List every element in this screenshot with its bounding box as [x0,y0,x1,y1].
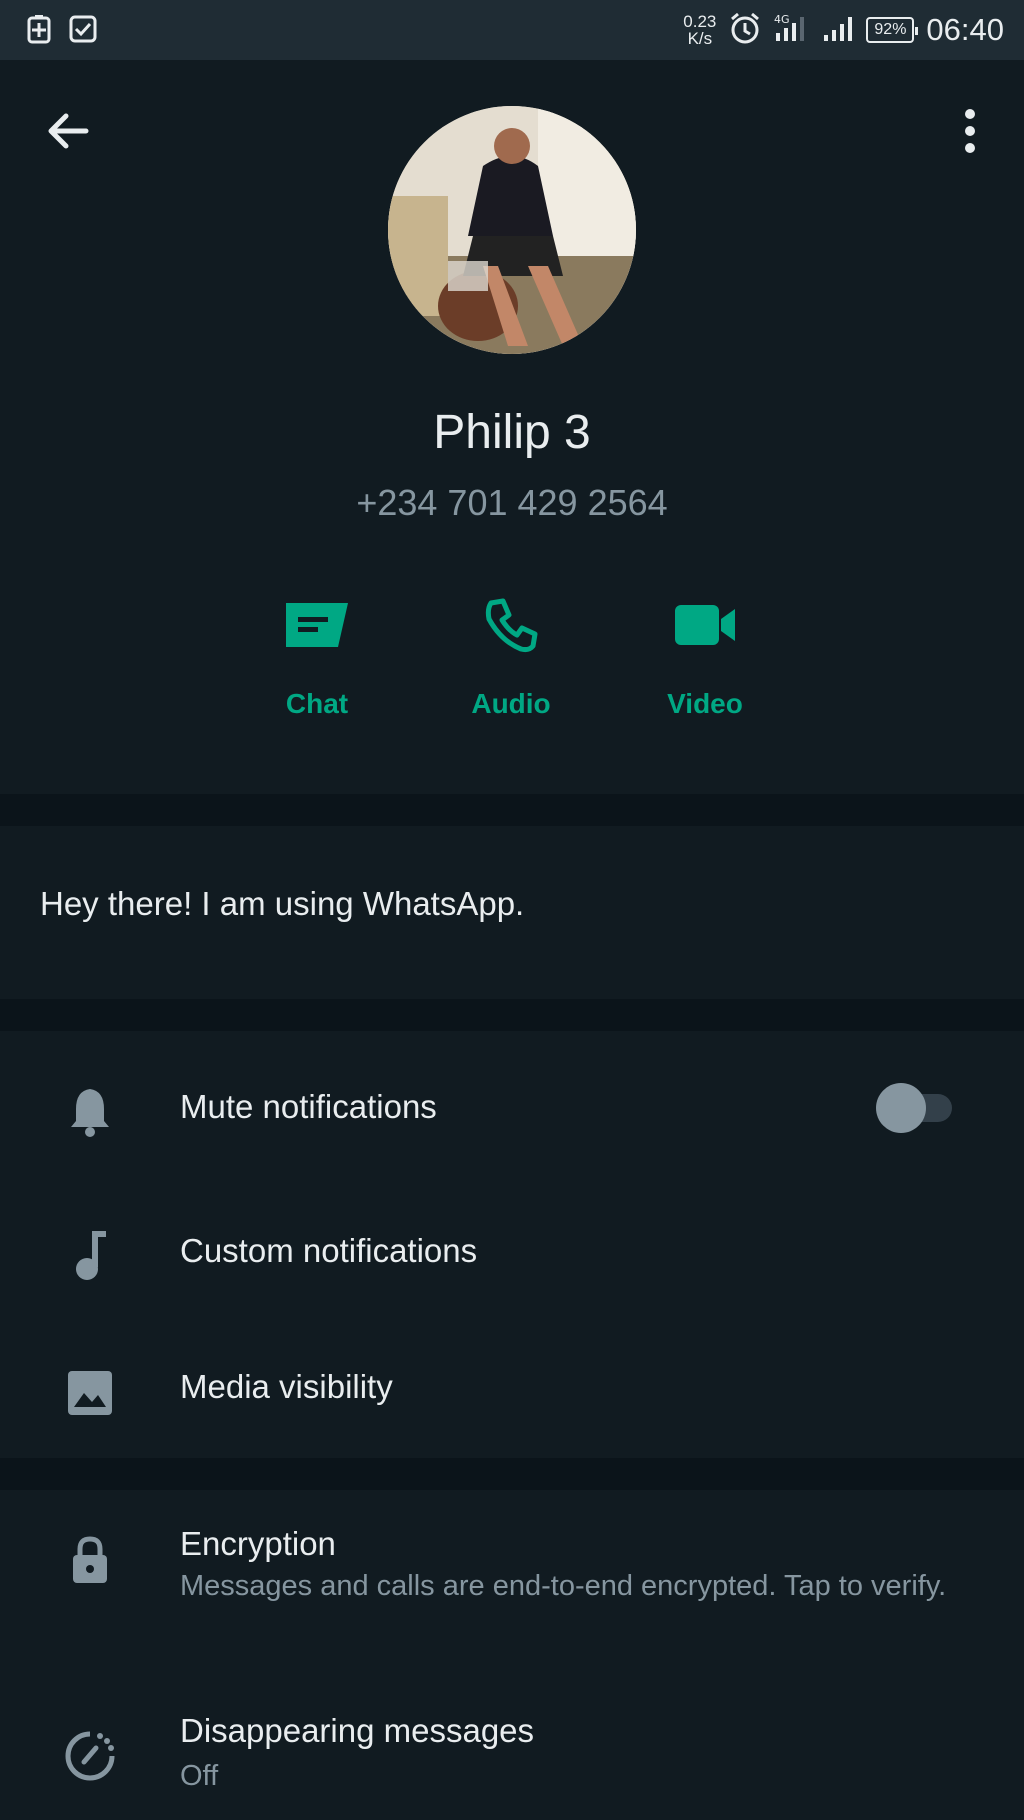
status-bar: 0.23 K/s 4G 92% 06:40 [0,0,1024,60]
timer-icon [65,1731,115,1781]
encryption-subtitle: Messages and calls are end-to-end encryp… [180,1570,947,1602]
network-speed-unit: K/s [687,29,713,48]
mute-notifications-toggle[interactable] [876,1082,956,1133]
chat-label: Chat [285,688,349,719]
task-check-icon [68,14,97,44]
network-speed: 0.23 K/s [683,13,716,47]
custom-notifications-label: Custom notifications [180,1232,478,1269]
audio-call-button[interactable]: Audio [431,590,591,740]
svg-text:4G: 4G [774,13,790,26]
signal-icon [822,13,854,48]
section-divider [0,794,1024,826]
video-label: Video [667,688,743,719]
custom-notifications-row[interactable]: Custom notifications [0,1200,1024,1290]
about-text: Hey there! I am using WhatsApp. [40,885,525,922]
disappearing-messages-title: Disappearing messages [180,1712,535,1749]
mute-notifications-label: Mute notifications [180,1088,437,1125]
section-divider [0,1458,1024,1490]
profile-photo [388,106,636,354]
battery-charging-icon [26,14,52,44]
contact-actions: Chat Audio Video [0,590,1024,740]
more-vertical-icon [965,109,975,153]
contact-name: Philip 3 [433,406,591,459]
more-options-button[interactable] [950,104,990,158]
alarm-icon [728,11,762,50]
video-icon [675,605,735,645]
back-button[interactable] [42,104,96,158]
disappearing-messages-value: Off [180,1760,219,1792]
profile-avatar[interactable] [388,106,636,354]
chat-icon [286,603,348,647]
image-icon [68,1371,112,1415]
status-time: 06:40 [926,12,1004,47]
bell-icon [71,1089,109,1137]
media-visibility-label: Media visibility [180,1368,393,1405]
mute-notifications-row[interactable]: Mute notifications [0,1060,1024,1150]
lock-icon [73,1536,107,1583]
encryption-title: Encryption [180,1525,336,1562]
battery-indicator: 92% [866,17,919,43]
music-note-icon [76,1231,106,1280]
section-divider [0,999,1024,1031]
disappearing-messages-row[interactable]: Disappearing messages Off [0,1700,1024,1810]
toggle-knob [876,1083,926,1133]
video-call-button[interactable]: Video [625,590,785,740]
arrow-left-icon [48,113,89,149]
audio-label: Audio [471,688,551,719]
chat-button[interactable]: Chat [237,590,397,740]
phone-icon [485,598,538,653]
contact-phone-number: +234 701 429 2564 [356,482,668,523]
encryption-row[interactable]: Encryption Messages and calls are end-to… [0,1510,1024,1650]
network-speed-value: 0.23 [683,12,717,31]
media-visibility-row[interactable]: Media visibility [0,1345,1024,1435]
signal-4g-icon: 4G [774,11,810,50]
